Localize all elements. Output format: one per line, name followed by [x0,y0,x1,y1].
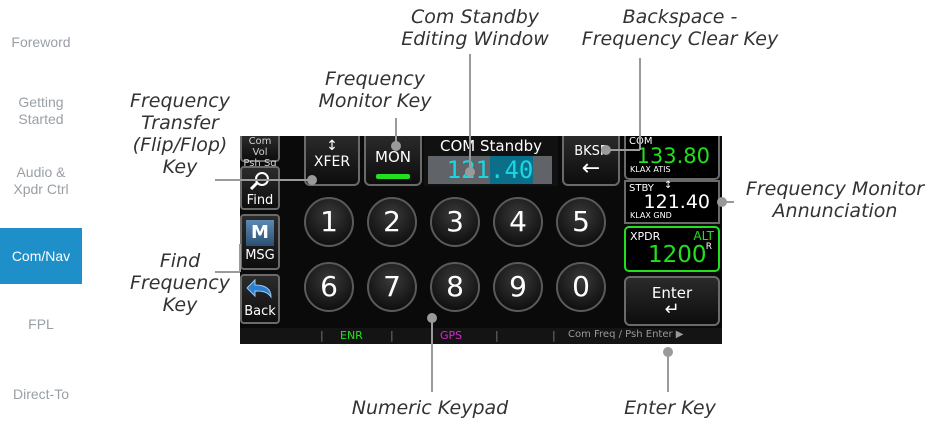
leader-dot-monitor-annunciation [717,197,727,207]
callout-leader-lines [215,54,734,392]
leader-dot-enter [663,347,673,357]
leader-dot-backspace [601,145,611,155]
leader-dot-com-standby [465,167,475,177]
leader-dot-monitor-key [391,141,401,151]
leader-dot-xfer [307,175,317,185]
leader-dot-keypad [427,313,437,323]
